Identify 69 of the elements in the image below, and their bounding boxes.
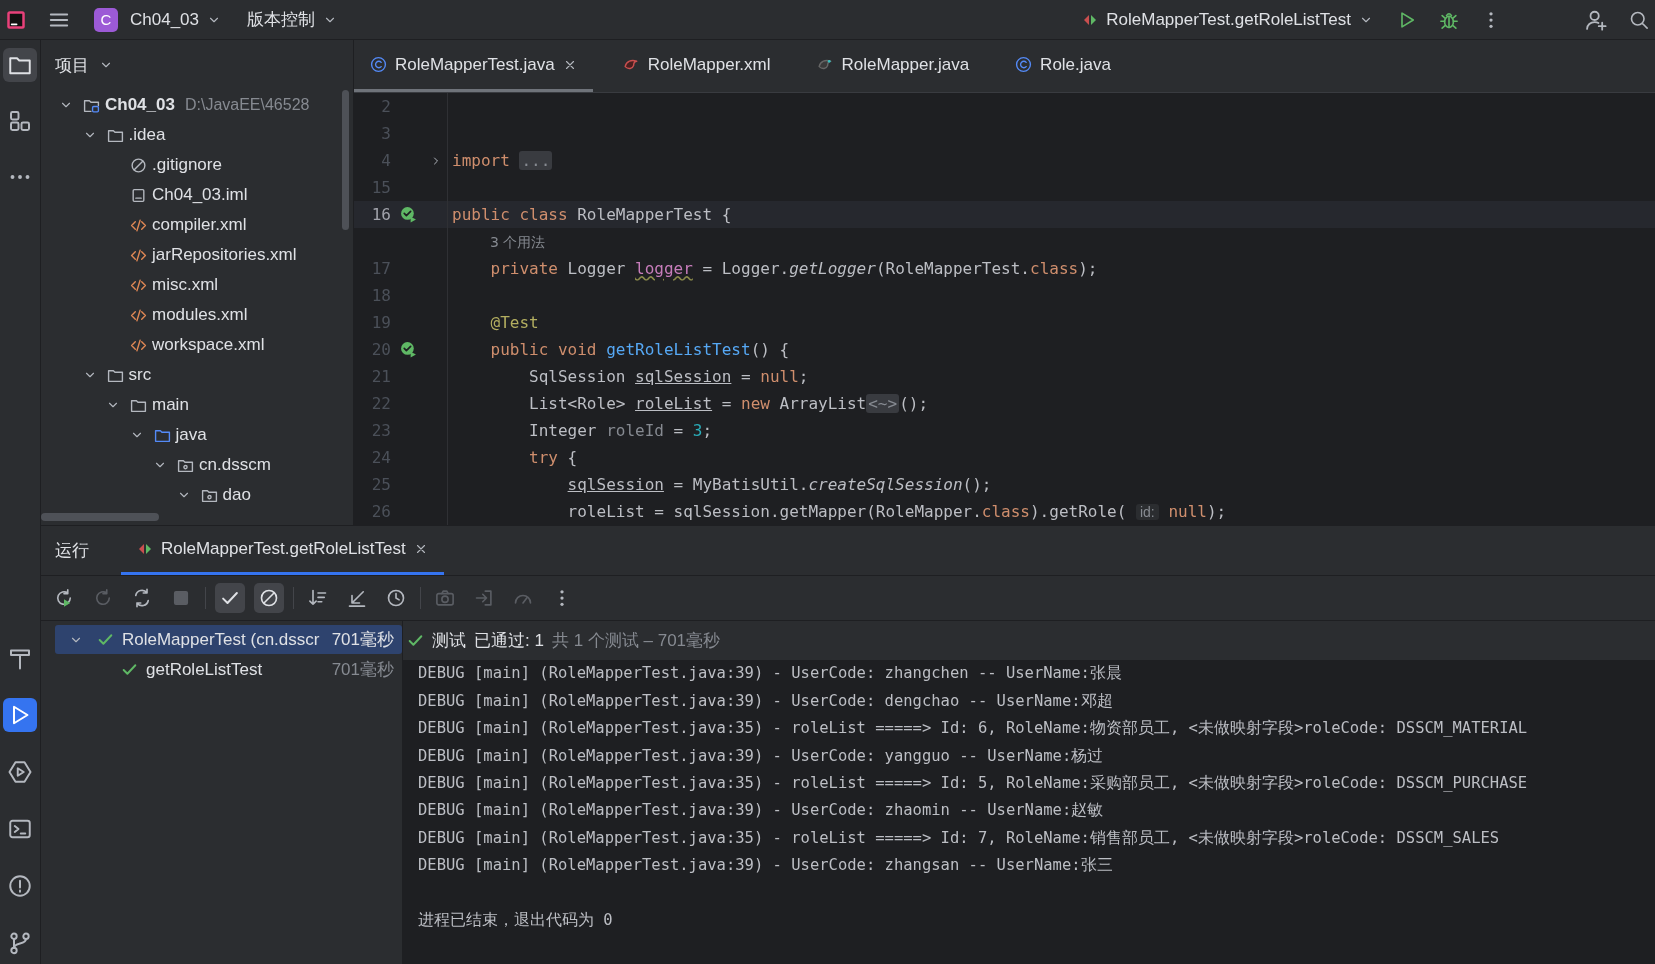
editor-tab[interactable]: RoleMapper.java	[800, 40, 986, 92]
tree-item[interactable]: compiler.xml	[152, 215, 247, 235]
editor-tab[interactable]: Role.java	[999, 40, 1127, 92]
check-icon	[407, 632, 424, 649]
check-icon[interactable]	[215, 583, 245, 613]
folder-icon[interactable]	[3, 48, 37, 82]
tree-item[interactable]: workspace.xml	[152, 335, 265, 355]
console-line: DEBUG [main] (RoleMapperTest.java:39) - UserCode: zhangsan -- UserName:张三	[418, 855, 1113, 877]
console-line: DEBUG [main] (RoleMapperTest.java:39) - UserCode: zhaomin -- UserName:赵敏	[418, 800, 1104, 822]
run-test-icon[interactable]	[399, 206, 417, 223]
tree-item[interactable]: Ch04_03	[105, 95, 175, 115]
tree-item[interactable]: main	[152, 395, 189, 415]
code-line: SqlSession sqlSession = null;	[528, 367, 809, 386]
tree-item[interactable]: .gitignore	[152, 155, 222, 175]
code-line: private Logger logger = Logger.getLogger(RoleMapperTest.class);	[489, 259, 1098, 278]
tree-item[interactable]: java	[175, 425, 207, 445]
file-icon	[130, 186, 147, 204]
run-tab[interactable]: RoleMapperTest.getRoleListTest	[121, 526, 444, 575]
test-config-icon	[137, 541, 153, 557]
code-line: Integer roleId = 3;	[528, 421, 713, 440]
console-line: DEBUG [main] (RoleMapperTest.java:39) - UserCode: zhangchen -- UserName:张晨	[418, 663, 1122, 685]
code-line: @Test	[489, 313, 539, 332]
ignore-icon[interactable]	[254, 583, 284, 613]
console-line: DEBUG [main] (RoleMapperTest.java:35) - roleList =====> Id: 5, RoleName:采购部员工, <未做映射字段>roleCode: DSSCM_PURCHASE	[418, 772, 1528, 794]
status-summary: 共 1 个测试 – 701毫秒	[551, 630, 721, 652]
tree-item[interactable]: cn.dsscm	[199, 455, 271, 475]
class-icon	[370, 56, 387, 73]
editor-tab[interactable]: RoleMapper.xml	[606, 40, 787, 92]
scrollbar[interactable]	[41, 513, 159, 521]
tree-item[interactable]: jarRepositories.xml	[152, 245, 297, 265]
usage-hint: 3 个用法	[489, 232, 546, 252]
code-line: import ...	[451, 151, 553, 170]
code-line: List<Role> roleList = new ArrayList<~>();	[528, 394, 929, 413]
tree-item[interactable]: src	[128, 365, 152, 385]
run-icon[interactable]	[3, 698, 37, 732]
tree-item[interactable]: modules.xml	[152, 305, 248, 325]
class-icon	[1015, 56, 1033, 73]
editor-tab[interactable]: RoleMapperTest.java	[354, 40, 593, 92]
run-configuration-selector[interactable]: RoleMapperTest.getRoleListTest	[1080, 5, 1375, 34]
line-number: 16	[371, 205, 391, 224]
console-line: DEBUG [main] (RoleMapperTest.java:39) - UserCode: yangguo -- UserName:杨过	[418, 745, 1104, 767]
console-line: DEBUG [main] (RoleMapperTest.java:35) - roleList =====> Id: 6, RoleName:物资部员工, <未做映射字段>roleCode: DSSCM_MATERIAL	[418, 718, 1528, 740]
run-test-icon[interactable]	[399, 341, 417, 358]
console-line: DEBUG [main] (RoleMapperTest.java:35) - roleList =====> Id: 7, RoleName:销售部员工, <未做映射字段>roleCode: DSSCM_SALES	[418, 827, 1500, 849]
console-line: 进程已结束，退出代码为 0	[418, 910, 613, 932]
tree-item[interactable]: Ch04_03.iml	[152, 185, 248, 205]
panel-title: 运行	[55, 540, 89, 562]
code-line: try {	[528, 448, 578, 467]
console-line: DEBUG [main] (RoleMapperTest.java:39) - UserCode: dengchao -- UserName:邓超	[418, 690, 1113, 712]
ignore-file-icon	[130, 156, 147, 174]
tree-item[interactable]: misc.xml	[152, 275, 219, 295]
tree-item[interactable]: .idea	[128, 125, 166, 145]
test-item[interactable]: RoleMapperTest (cn.dsscr 701毫秒	[55, 625, 402, 654]
code-line: public void getRoleListTest() {	[489, 340, 790, 359]
panel-title[interactable]: 项目	[55, 53, 89, 77]
project-selector[interactable]: C Ch04_03	[92, 3, 223, 36]
app-logo-icon[interactable]	[6, 9, 26, 30]
tree-item[interactable]: dao	[222, 485, 251, 505]
project-path: D:\JavaEE\46528	[184, 96, 310, 114]
test-item[interactable]: getRoleListTest 701毫秒	[55, 655, 402, 684]
vcs-menu[interactable]: 版本控制	[245, 4, 339, 35]
status-label: 测试	[432, 630, 466, 652]
code-line: public class RoleMapperTest {	[451, 205, 732, 224]
code-line: roleList = sqlSession.getMapper(RoleMapper.class).getRole( id: null);	[566, 502, 1227, 521]
status-result: 已通过: 1	[474, 630, 544, 652]
add-user-icon[interactable]	[1585, 8, 1607, 31]
scrollbar[interactable]	[342, 90, 349, 230]
code-line: sqlSession = MyBatisUtil.createSqlSession();	[566, 475, 992, 494]
search-icon[interactable]	[1629, 9, 1649, 30]
